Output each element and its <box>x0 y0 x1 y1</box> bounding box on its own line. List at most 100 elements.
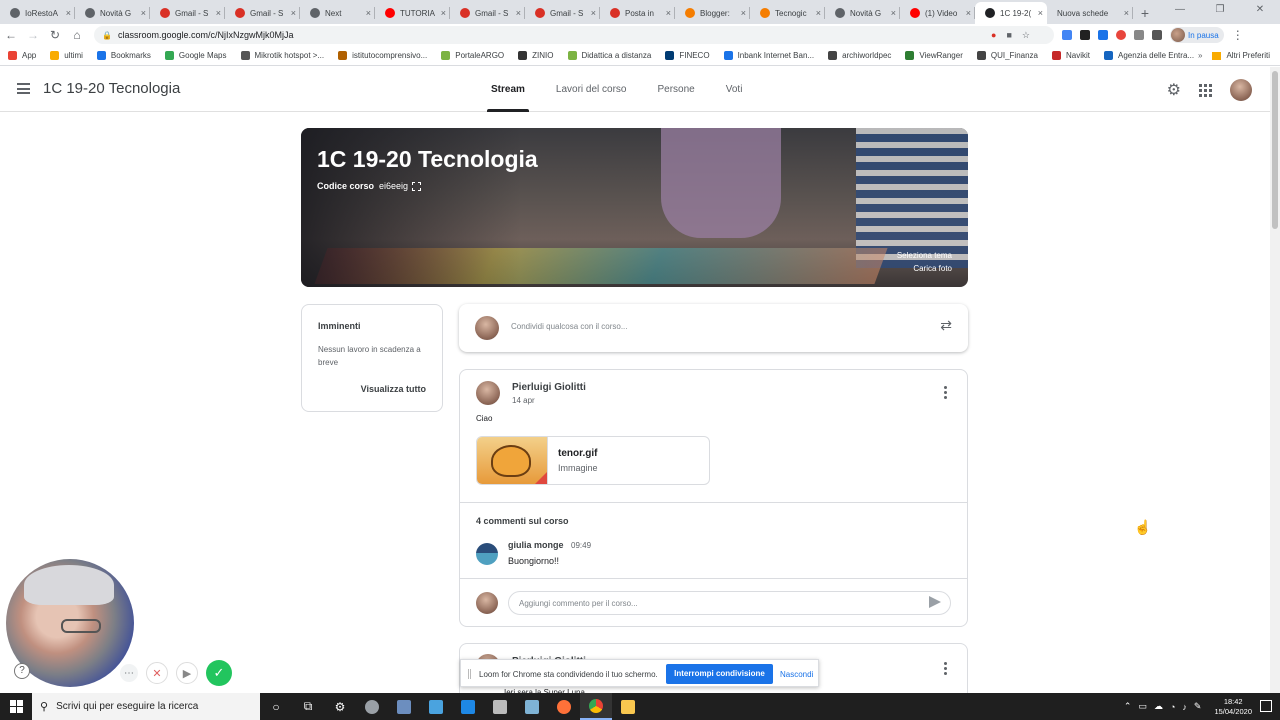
cortana-icon[interactable]: ○ <box>260 693 292 720</box>
tab-people[interactable]: Persone <box>656 67 697 112</box>
windows-start-icon[interactable] <box>0 693 32 720</box>
more-horiz-icon[interactable]: ⋯ <box>120 664 138 682</box>
bookmark-item[interactable]: Navikit <box>1052 51 1090 60</box>
close-tab-icon[interactable]: × <box>1124 8 1129 18</box>
bookmark-item[interactable]: QUI_Finanza <box>976 51 1038 60</box>
bookmark-item[interactable]: Agenzia delle Entra... <box>1104 51 1194 60</box>
browser-tab[interactable]: IoRestoA × <box>0 2 75 24</box>
maximize-button[interactable]: ❐ <box>1200 0 1240 22</box>
profile-button[interactable]: In pausa <box>1170 27 1224 43</box>
close-tab-icon[interactable]: × <box>891 8 896 18</box>
firefox-icon[interactable] <box>548 693 580 720</box>
calculator-icon[interactable] <box>484 693 516 720</box>
send-icon[interactable] <box>929 596 941 608</box>
help-icon[interactable]: ? <box>14 663 30 679</box>
share-placeholder[interactable]: Condividi qualcosa con il corso... <box>511 322 628 331</box>
star-icon[interactable]: ☆ <box>1022 30 1030 41</box>
repost-icon[interactable]: ⇄ <box>940 317 952 334</box>
attachment-card[interactable]: tenor.gif Immagine <box>476 436 710 485</box>
bookmark-item[interactable]: ultimi <box>50 51 83 60</box>
gear-icon[interactable]: ⚙ <box>1167 80 1181 100</box>
comment-input[interactable]: Aggiungi commento per il corso... <box>508 591 951 615</box>
browser-tab[interactable]: Novità G × <box>825 2 900 24</box>
browser-tab[interactable]: TUTORIA × <box>375 2 450 24</box>
browser-tab[interactable]: Gmail - S × <box>225 2 300 24</box>
app-icon[interactable] <box>516 693 548 720</box>
fullscreen-icon[interactable] <box>412 181 422 191</box>
extension-check-icon[interactable] <box>1098 30 1108 40</box>
taskbar-search[interactable]: ⚲ Scrivi qui per eseguire la ricerca <box>32 693 260 720</box>
bookmark-item[interactable]: Mikrotik hotspot >... <box>240 51 324 60</box>
reload-icon[interactable]: ↻ <box>44 28 66 42</box>
close-tab-icon[interactable]: × <box>966 8 971 18</box>
minimize-button[interactable]: — <box>1160 0 1200 22</box>
bookmark-item[interactable]: Bookmarks <box>96 51 151 60</box>
browser-tab[interactable]: Novità G × <box>75 2 150 24</box>
app-icon[interactable] <box>356 693 388 720</box>
extension-translate-icon[interactable] <box>1062 30 1072 40</box>
camera-blocked-icon[interactable]: ● <box>991 30 996 41</box>
clock[interactable]: 18:42 15/04/2020 <box>1214 697 1252 717</box>
more-vert-icon[interactable] <box>944 386 947 399</box>
settings-icon[interactable]: ⚙ <box>324 693 356 720</box>
browser-tab[interactable]: Next × <box>300 2 375 24</box>
more-vert-icon[interactable] <box>944 662 947 675</box>
chevron-right-icon[interactable]: » <box>1198 51 1202 60</box>
close-tab-icon[interactable]: × <box>1038 8 1043 18</box>
cloud-icon[interactable]: ☁ <box>1154 701 1163 712</box>
tab-grades[interactable]: Voti <box>724 67 745 112</box>
back-icon[interactable]: ← <box>0 28 22 42</box>
user-avatar[interactable] <box>1230 79 1252 101</box>
notifications-icon[interactable] <box>1260 700 1272 712</box>
browser-tab[interactable]: Gmail - S × <box>450 2 525 24</box>
extension-grid-icon[interactable] <box>1134 30 1144 40</box>
tab-classwork[interactable]: Lavori del corso <box>554 67 629 112</box>
browser-tab[interactable]: Gmail - S × <box>150 2 225 24</box>
close-tab-icon[interactable]: × <box>66 8 71 18</box>
home-icon[interactable]: ⌂ <box>66 28 88 42</box>
menu-icon[interactable] <box>17 83 30 94</box>
tab-stream[interactable]: Stream <box>487 67 529 112</box>
upload-photo-link[interactable]: Carica foto <box>897 262 952 275</box>
browser-tab[interactable]: Nuova schede × <box>1047 2 1133 24</box>
chrome-icon[interactable] <box>580 693 612 720</box>
bookmark-item[interactable]: ZINIO <box>518 51 554 60</box>
bookmark-item[interactable]: PortaleARGO <box>441 51 504 60</box>
task-view-icon[interactable]: ⧉ <box>292 693 324 720</box>
other-bookmarks[interactable]: » Altri Preferiti <box>1198 51 1270 60</box>
video-icon[interactable]: ■ <box>1006 30 1011 41</box>
bookmark-item[interactable]: istitutocomprensivo... <box>338 51 427 60</box>
view-all-link[interactable]: Visualizza tutto <box>361 384 426 394</box>
extension-media-icon[interactable] <box>1152 30 1162 40</box>
close-tab-icon[interactable]: × <box>516 8 521 18</box>
address-bar[interactable]: 🔒 classroom.google.com/c/NjIxNzgwMjk0MjJ… <box>94 26 1054 44</box>
close-tab-icon[interactable]: × <box>666 8 671 18</box>
close-tab-icon[interactable]: × <box>591 8 596 18</box>
bookmark-item[interactable]: Didattica a distanza <box>567 51 651 60</box>
forward-icon[interactable]: → <box>22 28 44 42</box>
pause-icon[interactable]: ▶ <box>176 662 198 684</box>
network-icon[interactable]: ▭ <box>1138 701 1147 712</box>
page-scrollbar[interactable] <box>1270 67 1280 693</box>
apps-grid-icon[interactable] <box>1199 83 1212 97</box>
wifi-icon[interactable]: ◔ <box>1170 702 1175 712</box>
course-title[interactable]: 1C 19-20 Tecnologia <box>43 80 180 97</box>
browser-tab[interactable]: 1C 19-2(× <box>975 2 1047 24</box>
select-theme-link[interactable]: Seleziona tema <box>897 249 952 262</box>
finish-recording-icon[interactable]: ✓ <box>206 660 232 686</box>
close-tab-icon[interactable]: × <box>366 8 371 18</box>
hide-button[interactable]: Nascondi <box>780 670 813 679</box>
bookmark-item[interactable]: archiworldpec <box>828 51 891 60</box>
scrollbar-thumb[interactable] <box>1272 71 1278 229</box>
browser-tab[interactable]: (1) Video × <box>900 2 975 24</box>
file-explorer-icon[interactable] <box>612 693 644 720</box>
bookmark-item[interactable]: Inbank Internet Ban... <box>723 51 814 60</box>
drag-handle-icon[interactable] <box>468 669 471 679</box>
bookmark-item[interactable]: App <box>8 51 36 60</box>
chevron-up-icon[interactable]: ⌃ <box>1124 701 1132 712</box>
comments-count-link[interactable]: 4 commenti sul corso <box>476 516 569 526</box>
close-window-button[interactable]: ✕ <box>1240 0 1280 22</box>
pen-icon[interactable]: ✎ <box>1194 701 1202 712</box>
app-icon[interactable] <box>388 693 420 720</box>
share-box[interactable]: Condividi qualcosa con il corso... ⇄ <box>459 304 968 352</box>
